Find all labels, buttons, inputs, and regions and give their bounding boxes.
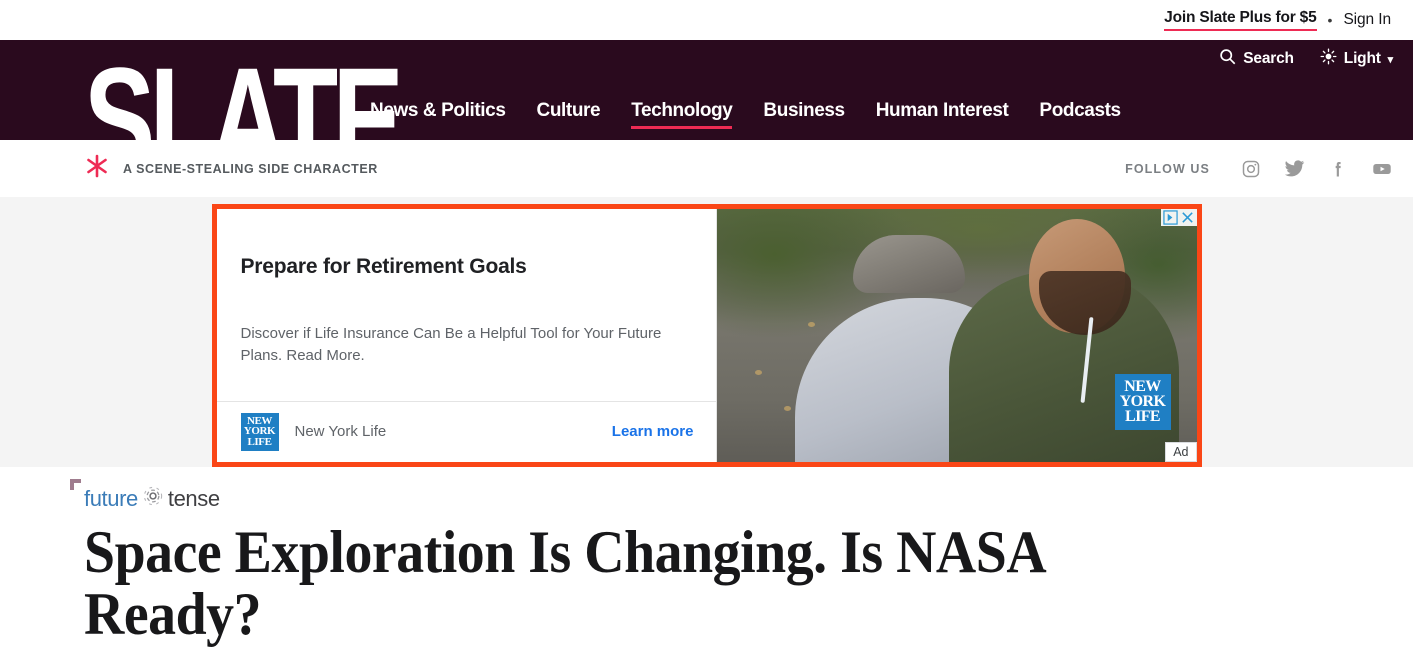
ad-headline: Prepare for Retirement Goals (240, 254, 527, 278)
sub-header-bar: A SCENE-STEALING SIDE CHARACTER FOLLOW U… (0, 140, 1413, 197)
youtube-icon[interactable] (1371, 158, 1393, 180)
article-headline: Space Exploration Is Changing. Is NASA R… (84, 519, 1044, 647)
join-slate-plus-link[interactable]: Join Slate Plus for $5 (1164, 9, 1317, 31)
facebook-icon[interactable] (1328, 159, 1348, 179)
nav-item-human-interest[interactable]: Human Interest (876, 100, 1009, 140)
learn-more-link[interactable]: Learn more (612, 423, 694, 440)
search-icon (1219, 48, 1236, 70)
separator-dot: • (1327, 12, 1333, 28)
new-york-life-badge-icon: NEW YORK LIFE (1114, 373, 1171, 430)
ad-copy: Prepare for Retirement Goals Discover if… (217, 209, 716, 401)
new-york-life-logo-icon: NEW YORK LIFE (240, 412, 279, 451)
leaf-speck (783, 405, 791, 411)
close-icon[interactable] (1180, 210, 1195, 225)
sub-header-left: A SCENE-STEALING SIDE CHARACTER (84, 153, 378, 184)
adchoices-controls (1160, 208, 1197, 226)
ad-label-badge: Ad (1165, 441, 1197, 462)
ad-description: Discover if Life Insurance Can Be a Help… (240, 324, 662, 365)
search-button[interactable]: Search (1219, 48, 1294, 70)
top-utility-bar: Join Slate Plus for $5 • Sign In (0, 0, 1413, 40)
section-nav: News & Politics Culture Technology Busin… (370, 40, 1121, 140)
theme-toggle-button[interactable]: Light ▾ (1320, 48, 1393, 70)
search-label: Search (1243, 50, 1294, 67)
twitter-icon[interactable] (1284, 158, 1305, 179)
future-tense-burst-icon (142, 485, 164, 512)
future-tense-word-future: future (84, 485, 138, 511)
badge-line-2: YORK (1119, 393, 1166, 410)
badge-line-3: LIFE (1125, 408, 1161, 425)
sun-icon (1320, 48, 1337, 70)
asterisk-star-icon (84, 153, 110, 184)
main-navigation-bar: Search Light ▾ SLATE News & Politics Cul… (0, 40, 1413, 140)
adchoices-icon[interactable] (1162, 209, 1178, 225)
slate-logo[interactable]: SLATE (84, 46, 404, 140)
badge-line-1: NEW (1124, 378, 1161, 395)
follow-us-label: FOLLOW US (1125, 161, 1210, 176)
ad-footer: NEW YORK LIFE New York Life Learn more (216, 400, 716, 462)
head-older-man (857, 243, 961, 367)
nav-item-culture[interactable]: Culture (537, 100, 601, 140)
instagram-icon[interactable] (1241, 159, 1261, 179)
nav-item-technology[interactable]: Technology (631, 100, 733, 140)
nav-item-podcasts[interactable]: Podcasts (1039, 100, 1121, 140)
corner-bracket-icon (70, 479, 81, 490)
nav-utilities: Search Light ▾ (1219, 48, 1393, 70)
article-header: future tense Space Exploration Is Changi… (0, 467, 1413, 645)
advertiser-name: New York Life (294, 423, 387, 440)
future-tense-logo[interactable]: future tense (70, 479, 220, 512)
future-tense-word-tense: tense (167, 485, 220, 511)
google-display-ad[interactable]: Prepare for Retirement Goals Discover if… (216, 208, 1197, 462)
advertisement-band: Prepare for Retirement Goals Discover if… (0, 197, 1413, 467)
sign-in-link[interactable]: Sign In (1343, 11, 1391, 29)
advertiser-block: NEW YORK LIFE New York Life (240, 412, 387, 451)
ad-highlight-frame: Prepare for Retirement Goals Discover if… (211, 203, 1202, 467)
follow-us-group: FOLLOW US (1125, 158, 1393, 180)
theme-label: Light (1343, 50, 1381, 67)
ad-image[interactable]: NEW YORK LIFE Ad (716, 208, 1197, 462)
nav-item-business[interactable]: Business (763, 100, 845, 140)
tagline-text: A SCENE-STEALING SIDE CHARACTER (123, 161, 378, 176)
nav-item-news-politics[interactable]: News & Politics (370, 100, 506, 140)
ad-text-column: Prepare for Retirement Goals Discover if… (216, 208, 717, 462)
logo-line-3: LIFE (247, 435, 272, 448)
chevron-down-icon: ▾ (1387, 53, 1394, 66)
